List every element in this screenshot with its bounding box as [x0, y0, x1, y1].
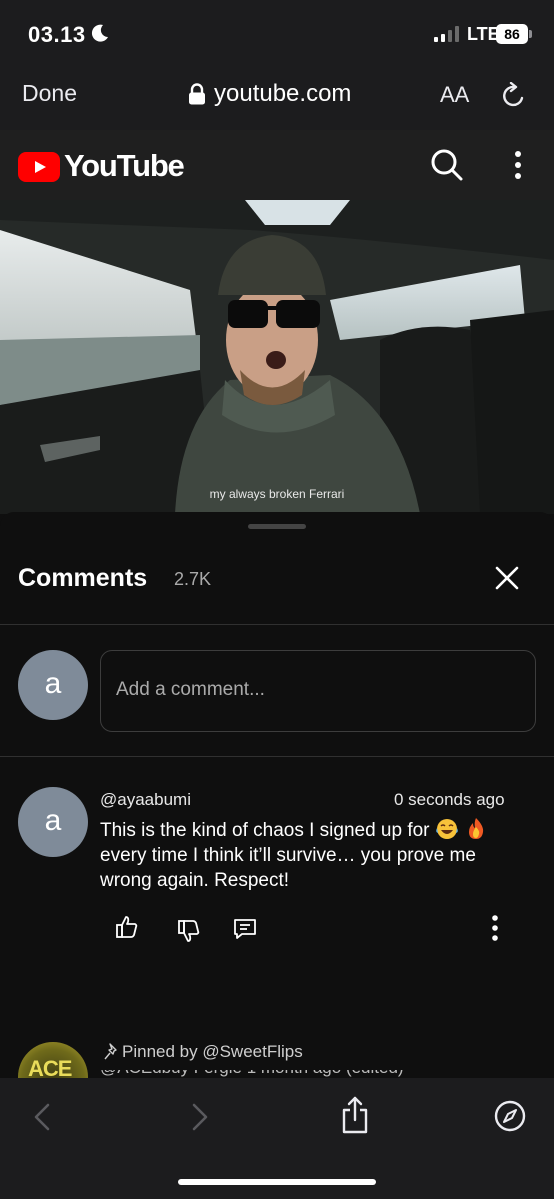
- divider: [0, 756, 554, 757]
- search-icon[interactable]: [430, 148, 464, 182]
- comment-username[interactable]: @ayaabumi: [100, 790, 191, 810]
- network-type: LTE: [467, 24, 500, 44]
- pinned-partial-text: @ACEdbuy Fergie 1 month ago (edited): [100, 1070, 404, 1078]
- reply-icon[interactable]: [232, 916, 258, 942]
- back-icon[interactable]: [32, 1102, 52, 1132]
- youtube-header: YouTube: [0, 130, 554, 200]
- video-player[interactable]: my always broken Ferrari: [0, 200, 554, 514]
- comments-title: Comments: [18, 564, 148, 592]
- pinned-label: Pinned by @SweetFlips: [104, 1042, 303, 1062]
- text-size-button[interactable]: AA: [440, 82, 469, 108]
- browser-top-bar: Done youtube.com AA: [0, 62, 554, 130]
- divider: [0, 624, 554, 625]
- comment-text: This is the kind of chaos I signed up fo…: [100, 818, 530, 893]
- video-frame: [0, 200, 554, 514]
- comment-text-line1: This is the kind of chaos I signed up fo…: [100, 820, 430, 841]
- status-bar: 03.13 LTE 86: [0, 0, 554, 62]
- signal-icon: [434, 26, 459, 42]
- close-icon[interactable]: [494, 565, 520, 591]
- compass-icon[interactable]: [494, 1100, 526, 1132]
- url-text: youtube.com: [214, 80, 352, 107]
- video-caption: my always broken Ferrari: [209, 487, 345, 501]
- like-icon[interactable]: [114, 914, 140, 940]
- add-comment-input[interactable]: Add a comment...: [100, 650, 536, 732]
- drag-handle[interactable]: [248, 524, 306, 529]
- commenter-avatar[interactable]: a: [18, 787, 88, 857]
- battery-icon: 86: [496, 24, 532, 44]
- fire-emoji-icon: [469, 818, 484, 839]
- forward-icon[interactable]: [190, 1102, 210, 1132]
- comments-panel: Comments 2.7K a Add a comment... a @ayaa…: [0, 512, 554, 1112]
- battery-level: 86: [496, 24, 528, 44]
- comment-time: 0 seconds ago: [394, 790, 505, 809]
- add-comment-placeholder: Add a comment...: [116, 679, 265, 700]
- reload-icon[interactable]: [500, 82, 528, 110]
- home-indicator[interactable]: [178, 1179, 376, 1185]
- laughing-emoji-icon: [435, 819, 458, 839]
- more-options-icon[interactable]: [508, 150, 528, 180]
- comment-text-rest: every time I think it’ll survive… you pr…: [100, 845, 476, 891]
- share-icon[interactable]: [340, 1096, 370, 1134]
- done-button[interactable]: Done: [22, 80, 77, 107]
- pinned-text: Pinned by @SweetFlips: [122, 1042, 303, 1061]
- comments-count: 2.7K: [174, 569, 212, 589]
- address-bar[interactable]: youtube.com: [188, 78, 351, 110]
- youtube-logo-text[interactable]: YouTube: [64, 148, 185, 184]
- my-avatar: a: [18, 650, 88, 720]
- youtube-logo-icon[interactable]: [18, 152, 60, 182]
- comment-more-icon[interactable]: [482, 914, 508, 942]
- moon-icon: [91, 24, 108, 42]
- pin-icon: [104, 1043, 117, 1060]
- dislike-icon[interactable]: [176, 918, 202, 944]
- lock-icon: [189, 83, 205, 105]
- pinned-comment-header-partial: @ACEdbuy Fergie 1 month ago (edited): [100, 1070, 530, 1078]
- text-size-label: AA: [440, 82, 470, 107]
- status-time: 03.13: [28, 22, 86, 47]
